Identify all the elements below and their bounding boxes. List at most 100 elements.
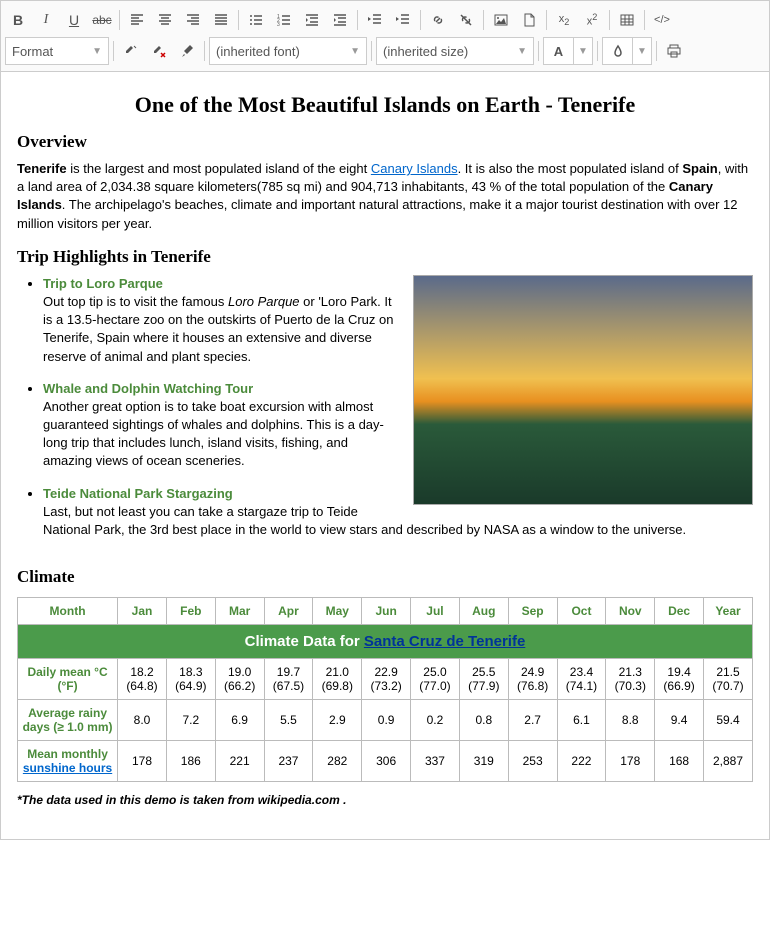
editor-content[interactable]: One of the Most Beautiful Islands on Ear…: [0, 72, 770, 840]
table-header: Year: [704, 598, 753, 625]
table-row-label: Average rainy days (≥ 1.0 mm): [18, 700, 118, 741]
table-header: Feb: [166, 598, 215, 625]
align-center-button[interactable]: [152, 7, 178, 33]
brush-button[interactable]: [174, 38, 200, 64]
table-cell: 18.3 (64.9): [166, 659, 215, 700]
table-cell: 8.8: [606, 700, 655, 741]
santa-cruz-link[interactable]: Santa Cruz de Tenerife: [364, 633, 525, 650]
table-cell: 21.0 (69.8): [313, 659, 362, 700]
table-cell: 9.4: [655, 700, 704, 741]
climate-heading: Climate: [17, 567, 753, 587]
svg-text:3: 3: [277, 22, 280, 28]
table-cell: 25.5 (77.9): [459, 659, 508, 700]
link-button[interactable]: [425, 7, 451, 33]
toolbar-row-2: Format▼ (inherited font)▼ (inherited siz…: [5, 35, 765, 67]
table-header: Jun: [362, 598, 411, 625]
table-caption: Climate Data for Santa Cruz de Tenerife: [18, 625, 753, 659]
table-header: Apr: [264, 598, 313, 625]
indent-decrease-button[interactable]: [299, 7, 325, 33]
overview-paragraph: Tenerife is the largest and most populat…: [17, 160, 753, 233]
paint-format-button[interactable]: [118, 38, 144, 64]
table-cell: 221: [215, 741, 264, 782]
table-cell: 0.8: [459, 700, 508, 741]
sunshine-hours-link[interactable]: sunshine hours: [23, 761, 112, 775]
strikethrough-button[interactable]: abc: [89, 7, 115, 33]
page-title: One of the Most Beautiful Islands on Ear…: [17, 92, 753, 118]
table-cell: 237: [264, 741, 313, 782]
table-cell: 178: [118, 741, 167, 782]
table-cell: 25.0 (77.0): [411, 659, 460, 700]
editor-toolbar: B I U abc 123 x2 x2 </> Format▼: [0, 0, 770, 72]
table-cell: 24.9 (76.8): [508, 659, 557, 700]
table-header: Nov: [606, 598, 655, 625]
superscript-button[interactable]: x2: [579, 7, 605, 33]
table-cell: 6.9: [215, 700, 264, 741]
table-header: Oct: [557, 598, 606, 625]
text-color-combo[interactable]: A ▼: [543, 37, 593, 65]
format-select[interactable]: Format▼: [5, 37, 109, 65]
table-header: Month: [18, 598, 118, 625]
align-left-button[interactable]: [124, 7, 150, 33]
footnote: *The data used in this demo is taken fro…: [17, 792, 753, 809]
table-cell: 2.7: [508, 700, 557, 741]
file-button[interactable]: [516, 7, 542, 33]
table-cell: 8.0: [118, 700, 167, 741]
toolbar-row-1: B I U abc 123 x2 x2 </>: [5, 5, 765, 35]
table-header: Mar: [215, 598, 264, 625]
italic-button[interactable]: I: [33, 7, 59, 33]
indent-increase-button[interactable]: [327, 7, 353, 33]
font-family-select[interactable]: (inherited font)▼: [209, 37, 367, 65]
climate-table: Climate Data for Santa Cruz de Tenerife …: [17, 597, 753, 782]
table-cell: 186: [166, 741, 215, 782]
table-cell: 19.7 (67.5): [264, 659, 313, 700]
overview-heading: Overview: [17, 132, 753, 152]
table-cell: 2.9: [313, 700, 362, 741]
underline-button[interactable]: U: [61, 7, 87, 33]
table-cell: 21.5 (70.7): [704, 659, 753, 700]
unlink-button[interactable]: [453, 7, 479, 33]
outdent-button[interactable]: [362, 7, 388, 33]
table-header: May: [313, 598, 362, 625]
table-cell: 23.4 (74.1): [557, 659, 606, 700]
table-cell: 7.2: [166, 700, 215, 741]
table-cell: 306: [362, 741, 411, 782]
table-header: Sep: [508, 598, 557, 625]
canary-islands-link[interactable]: Canary Islands: [371, 161, 458, 176]
image-button[interactable]: [488, 7, 514, 33]
table-header: Dec: [655, 598, 704, 625]
table-cell: 19.4 (66.9): [655, 659, 704, 700]
ordered-list-button[interactable]: 123: [271, 7, 297, 33]
table-cell: 319: [459, 741, 508, 782]
font-size-select[interactable]: (inherited size)▼: [376, 37, 534, 65]
clear-format-button[interactable]: [146, 38, 172, 64]
bold-button[interactable]: B: [5, 7, 31, 33]
table-cell: 22.9 (73.2): [362, 659, 411, 700]
table-row-label: Mean monthly sunshine hours: [18, 741, 118, 782]
table-cell: 19.0 (66.2): [215, 659, 264, 700]
subscript-button[interactable]: x2: [551, 7, 577, 33]
highlight-color-combo[interactable]: ▼: [602, 37, 652, 65]
table-cell: 168: [655, 741, 704, 782]
table-cell: 0.2: [411, 700, 460, 741]
table-cell: 2,887: [704, 741, 753, 782]
table-header: Aug: [459, 598, 508, 625]
table-cell: 6.1: [557, 700, 606, 741]
tenerife-image: [413, 275, 753, 505]
table-cell: 282: [313, 741, 362, 782]
table-cell: 18.2 (64.8): [118, 659, 167, 700]
table-cell: 253: [508, 741, 557, 782]
table-cell: 178: [606, 741, 655, 782]
table-cell: 59.4: [704, 700, 753, 741]
source-code-button[interactable]: </>: [649, 7, 675, 33]
print-button[interactable]: [661, 38, 687, 64]
unordered-list-button[interactable]: [243, 7, 269, 33]
indent-button[interactable]: [390, 7, 416, 33]
table-header: Jul: [411, 598, 460, 625]
highlights-heading: Trip Highlights in Tenerife: [17, 247, 753, 267]
table-row-label: Daily mean °C (°F): [18, 659, 118, 700]
table-button[interactable]: [614, 7, 640, 33]
align-right-button[interactable]: [180, 7, 206, 33]
table-cell: 5.5: [264, 700, 313, 741]
align-justify-button[interactable]: [208, 7, 234, 33]
table-cell: 337: [411, 741, 460, 782]
